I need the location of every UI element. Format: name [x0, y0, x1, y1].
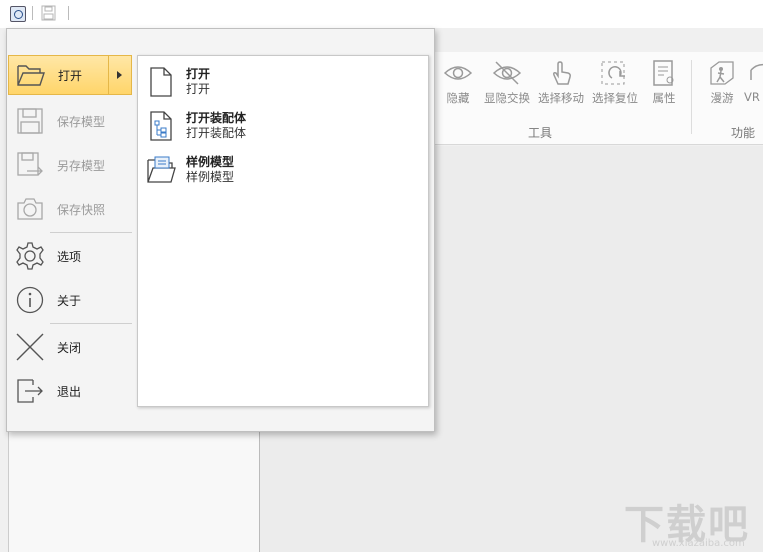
submenu-item-open[interactable]: 打开 打开 [146, 64, 416, 104]
save-as-icon [17, 152, 43, 176]
walk-cube-icon [710, 61, 734, 85]
folder-open-icon [17, 65, 45, 86]
menu-item-close[interactable]: 关闭 [8, 327, 132, 367]
walkthrough-button[interactable]: 漫游 [698, 60, 746, 106]
reset-selection-icon [601, 61, 625, 85]
close-icon [16, 333, 44, 361]
document-icon [150, 67, 172, 97]
menu-item-label: 另存模型 [57, 158, 106, 173]
save-icon [17, 108, 43, 134]
app-icon[interactable] [10, 6, 26, 22]
menu-item-label: 保存模型 [57, 114, 106, 129]
watermark-url: www.xiazaiba.com [652, 538, 745, 549]
submenu-item-open-assembly[interactable]: 打开装配体 打开装配体 [146, 108, 416, 148]
menu-item-open[interactable]: 打开 [8, 55, 132, 95]
submenu-item-desc: 样例模型 [186, 170, 235, 184]
submenu-arrow-icon [108, 56, 131, 94]
vr-button[interactable]: VR [744, 60, 763, 104]
menu-item-save-as[interactable]: 另存模型 [8, 145, 132, 185]
sample-folder-icon [147, 156, 176, 183]
menu-item-save-snapshot[interactable]: 保存快照 [8, 189, 132, 229]
toggle-visibility-label: 显隐交换 [484, 91, 530, 105]
toggle-visibility-button[interactable]: 显隐交换 [482, 60, 532, 106]
menu-item-label: 选项 [57, 249, 82, 264]
model-tree-panel[interactable] [8, 430, 260, 552]
eye-icon [443, 66, 473, 80]
function-group-label: 功能 [731, 126, 756, 140]
menu-item-save-model[interactable]: 保存模型 [8, 101, 132, 141]
tools-group-label: 工具 [528, 126, 553, 140]
assembly-document-icon [150, 111, 172, 141]
hide-button[interactable]: 隐藏 [433, 60, 483, 106]
quick-access-separator [68, 6, 69, 20]
menu-item-label: 退出 [57, 384, 82, 399]
submenu-item-desc: 打开 [186, 82, 211, 96]
menu-item-label: 保存快照 [57, 202, 106, 217]
properties-label: 属性 [652, 91, 676, 105]
hide-label: 隐藏 [446, 91, 470, 105]
quick-save-icon[interactable] [41, 5, 56, 21]
menu-item-label: 打开 [58, 68, 83, 83]
gear-icon [16, 242, 44, 270]
walkthrough-label: 漫游 [710, 91, 734, 105]
quick-access-separator [32, 6, 33, 20]
select-move-button[interactable]: 选择移动 [536, 60, 586, 106]
vr-headset-icon [750, 63, 763, 80]
submenu-item-sample-model[interactable]: 样例模型 样例模型 [146, 152, 416, 192]
hand-pointer-icon [553, 61, 571, 85]
properties-button[interactable]: 属性 [639, 60, 689, 106]
eye-slash-icon [492, 61, 522, 85]
menu-item-exit[interactable]: 退出 [8, 371, 132, 411]
select-move-label: 选择移动 [538, 91, 584, 105]
select-reset-label: 选择复位 [592, 91, 638, 105]
ribbon-divider [691, 60, 692, 134]
info-icon [16, 286, 44, 314]
submenu-item-desc: 打开装配体 [186, 126, 247, 140]
title-bar [0, 0, 763, 28]
menu-item-options[interactable]: 选项 [8, 236, 132, 276]
menu-item-label: 关闭 [57, 340, 82, 355]
menu-item-label: 关于 [57, 293, 82, 308]
properties-icon [653, 60, 674, 86]
menu-separator [50, 232, 132, 233]
menu-separator [50, 323, 132, 324]
menu-item-about[interactable]: 关于 [8, 280, 132, 320]
select-reset-button[interactable]: 选择复位 [590, 60, 640, 106]
vr-label: VR [744, 90, 760, 104]
camera-icon [17, 198, 43, 220]
exit-icon [17, 379, 43, 403]
